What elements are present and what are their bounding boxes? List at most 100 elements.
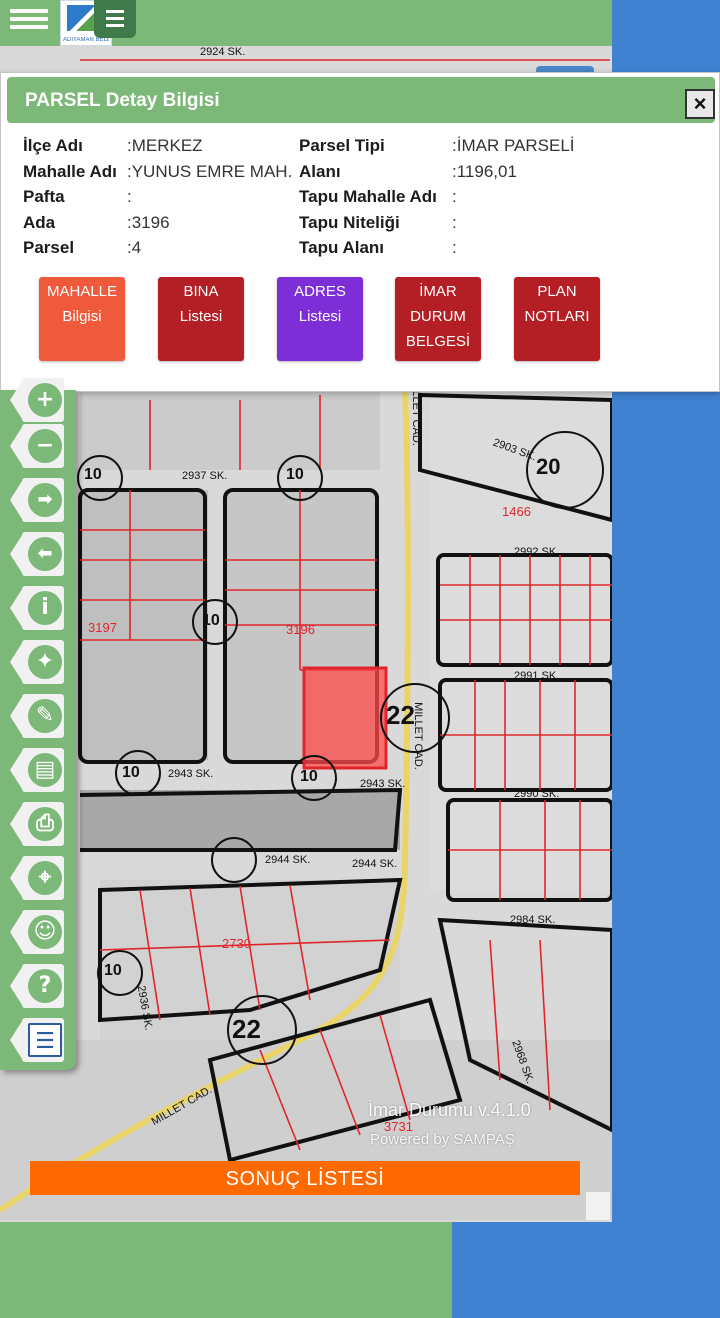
zone-label: 22 — [232, 1014, 261, 1044]
measure-ruler-icon: ✎ — [28, 699, 62, 733]
street-label: 2943 SK. — [360, 778, 406, 790]
street-label: 2937 SK. — [182, 470, 228, 482]
menu-bar-icon — [10, 25, 48, 29]
block-label: 3197 — [88, 620, 117, 635]
street-label: 2944 SK. — [265, 854, 311, 866]
layers-icon: ▤ — [28, 753, 62, 787]
block-label: 2730 — [222, 936, 251, 951]
zone-label: 22 — [386, 700, 415, 730]
help-button[interactable]: ? — [10, 964, 64, 1008]
button-label: NOTLARI — [524, 308, 590, 325]
close-button[interactable]: × — [685, 89, 715, 119]
user-button[interactable]: ☺ — [10, 910, 64, 954]
field-value-parsel: :4 — [127, 238, 142, 257]
button-label: Bilgisi — [62, 308, 102, 325]
location-button[interactable]: ⌖ — [10, 856, 64, 900]
legend-button[interactable]: ☰ — [10, 1018, 64, 1062]
result-list-button[interactable]: SONUÇ LİSTESİ — [30, 1161, 580, 1195]
zoom-in-icon: + — [28, 383, 62, 417]
print-icon: ⎙ — [28, 807, 62, 841]
select-button[interactable]: ✦ — [10, 640, 64, 684]
button-label: BINA — [183, 283, 219, 300]
app-version: İmar Durumu v.4.1.0 — [368, 1100, 531, 1120]
field-label-tapu-niteligi: Tapu Niteliği — [299, 213, 400, 232]
field-value-tapu-niteligi: : — [452, 213, 457, 232]
pan-forward-button[interactable]: ➡ — [10, 478, 64, 522]
bina-listesi-button[interactable]: BINA Listesi — [158, 277, 244, 361]
field-value-ada: :3196 — [127, 213, 170, 232]
map-corner-control[interactable] — [586, 1192, 610, 1220]
info-button[interactable]: i — [10, 586, 64, 630]
field-label-mahalle: Mahalle Adı — [23, 162, 117, 181]
adres-listesi-button[interactable]: ADRES Listesi — [277, 277, 363, 361]
zone-label: 10 — [122, 764, 140, 781]
plan-notlari-button[interactable]: PLAN NOTLARI — [514, 277, 600, 361]
location-pin-icon: ⌖ — [28, 861, 62, 895]
arrow-left-icon: ⬅ — [28, 537, 62, 571]
info-icon: i — [28, 591, 62, 625]
doc-line-icon — [106, 10, 124, 13]
field-value-tapu-alani: : — [452, 238, 457, 257]
select-pin-icon: ✦ — [28, 645, 62, 679]
zone-label: 10 — [286, 466, 304, 483]
field-label-ada: Ada — [23, 213, 56, 232]
document-menu-button[interactable] — [94, 0, 136, 38]
panel-header: PARSEL Detay Bilgisi × — [7, 77, 715, 123]
field-value-pafta: : — [127, 187, 132, 206]
field-value-ilce: :MERKEZ — [127, 136, 203, 155]
street-label: 2984 SK. — [510, 914, 556, 926]
zone-label: 10 — [202, 612, 220, 629]
street-label: 2944 SK. — [352, 858, 398, 870]
field-label-tapu-mahalle: Tapu Mahalle Adı — [299, 187, 437, 206]
button-label: Listesi — [298, 308, 342, 325]
menu-bar-icon — [10, 9, 48, 13]
street-label: 2990 SK. — [514, 788, 560, 800]
legend-list-icon: ☰ — [28, 1023, 62, 1057]
doc-line-icon — [106, 24, 124, 27]
parcel-detail-panel: PARSEL Detay Bilgisi × İlçe Adı :MERKEZ … — [0, 72, 720, 392]
field-label-alani: Alanı — [299, 162, 341, 181]
arrow-right-icon: ➡ — [28, 483, 62, 517]
layers-button[interactable]: ▤ — [10, 748, 64, 792]
block-label: 3196 — [286, 622, 315, 637]
button-label: İMAR — [419, 283, 457, 300]
zone-label: 20 — [536, 454, 561, 479]
bottom-green-band — [0, 1222, 452, 1318]
button-label: MAHALLE — [46, 283, 118, 300]
imar-durum-belgesi-button[interactable]: İMAR DURUM BELGESİ — [395, 277, 481, 361]
field-label-pafta: Pafta — [23, 187, 65, 206]
close-icon: × — [693, 91, 707, 116]
button-label: ADRES — [294, 283, 346, 300]
menu-bar-icon — [10, 17, 48, 21]
measure-button[interactable]: ✎ — [10, 694, 64, 738]
print-button[interactable]: ⎙ — [10, 802, 64, 846]
button-label: BELGESİ — [405, 333, 471, 350]
hamburger-menu-button[interactable] — [10, 5, 48, 35]
button-label: Listesi — [179, 308, 223, 325]
field-value-alani: :1196,01 — [452, 162, 517, 181]
zone-label: 10 — [84, 466, 102, 483]
pan-back-button[interactable]: ⬅ — [10, 532, 64, 576]
field-label-tapu-alani: Tapu Alanı — [299, 238, 384, 257]
zone-label: 10 — [300, 768, 318, 785]
button-label: DURUM — [410, 308, 466, 325]
zoom-out-button[interactable]: − — [10, 424, 64, 468]
field-value-parsel-tipi: :İMAR PARSELİ — [452, 136, 575, 155]
button-label: PLAN — [537, 283, 577, 300]
street-label: 2991 SK. — [514, 670, 560, 682]
powered-by: Powered by SAMPAŞ — [370, 1131, 515, 1148]
field-label-parsel: Parsel — [23, 238, 75, 257]
street-label: 2992 SK. — [514, 546, 560, 558]
doc-line-icon — [106, 17, 124, 20]
block-label: 1466 — [502, 504, 531, 519]
zoom-in-button[interactable]: + — [10, 378, 64, 422]
field-value-mahalle: :YUNUS EMRE MAH. — [127, 162, 293, 181]
field-value-tapu-mahalle: : — [452, 187, 457, 206]
mahalle-bilgisi-button[interactable]: MAHALLE Bilgisi — [39, 277, 125, 361]
field-label-parsel-tipi: Parsel Tipi — [299, 136, 385, 155]
field-label-ilce: İlçe Adı — [23, 136, 83, 155]
user-icon: ☺ — [28, 915, 62, 949]
help-icon: ? — [28, 969, 62, 1003]
street-label: 2924 SK. — [200, 46, 246, 58]
street-label: 2943 SK. — [168, 768, 214, 780]
